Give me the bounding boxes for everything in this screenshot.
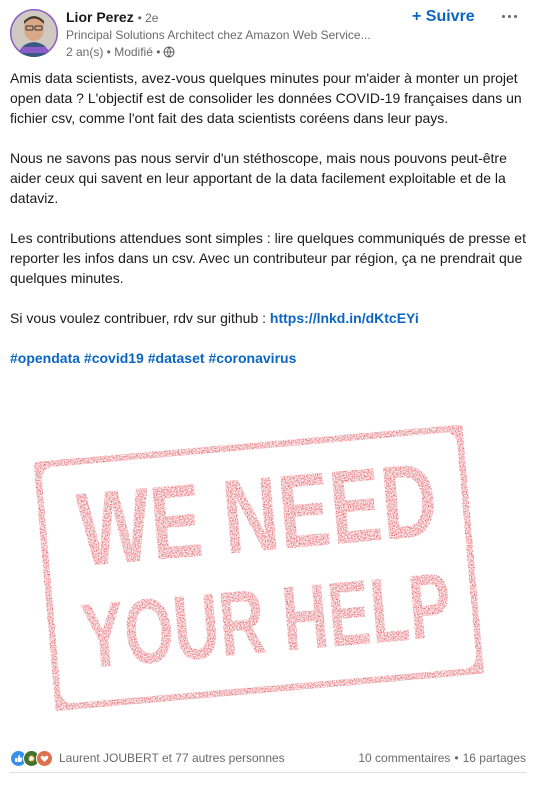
love-icon [36,749,53,767]
divider [10,772,526,773]
hashtag-covid19[interactable]: #covid19 [84,350,144,366]
author-name-line[interactable]: Lior Perez • 2e [66,9,158,25]
social-counts-bar: Laurent JOUBERT et 77 autres personnes 1… [10,748,526,768]
we-need-your-help-stamp: WE NEED YOUR HELP [28,419,489,717]
reaction-icons [10,749,53,767]
post-timestamp: 2 an(s) • Modifié • [66,45,175,59]
github-link[interactable]: https://lnkd.in/dKtcEYi [270,310,419,326]
contribute-text: Si vous voulez contribuer, rdv sur githu… [10,310,270,326]
hashtags: #opendata #covid19 #dataset #coronavirus [10,348,526,368]
counts-separator: • [454,751,459,765]
post-text: Amis data scientists, avez-vous quelques… [10,68,526,388]
globe-icon [163,46,175,58]
post-image[interactable]: WE NEED YOUR HELP [0,402,536,736]
reactions-text: Laurent JOUBERT et 77 autres personnes [59,751,285,765]
feed-post: Lior Perez • 2e Principal Solutions Arch… [0,0,536,786]
hashtag-opendata[interactable]: #opendata [10,350,80,366]
follow-button[interactable]: + Suivre [412,8,475,26]
follow-label: + Suivre [412,8,475,25]
hashtag-coronavirus[interactable]: #coronavirus [208,350,296,366]
author-avatar[interactable] [10,9,58,57]
contribute-line: Si vous voulez contribuer, rdv sur githu… [10,308,526,328]
comments-count[interactable]: 10 commentaires [358,751,450,765]
connection-degree: • 2e [137,11,159,25]
author-name[interactable]: Lior Perez [66,9,134,25]
reactions-summary[interactable]: Laurent JOUBERT et 77 autres personnes [10,749,285,767]
post-paragraph: Amis data scientists, avez-vous quelques… [10,70,522,126]
shares-count[interactable]: 16 partages [463,751,526,765]
engagement-counts: 10 commentaires • 16 partages [358,751,526,765]
hashtag-dataset[interactable]: #dataset [148,350,205,366]
post-time-text: 2 an(s) • Modifié • [66,45,161,59]
post-paragraph: Les contributions attendues sont simples… [10,230,526,286]
author-headline: Principal Solutions Architect chez Amazo… [66,28,371,42]
ellipsis-icon[interactable] [497,6,521,26]
post-paragraph: Nous ne savons pas nous servir d'un stét… [10,150,507,206]
